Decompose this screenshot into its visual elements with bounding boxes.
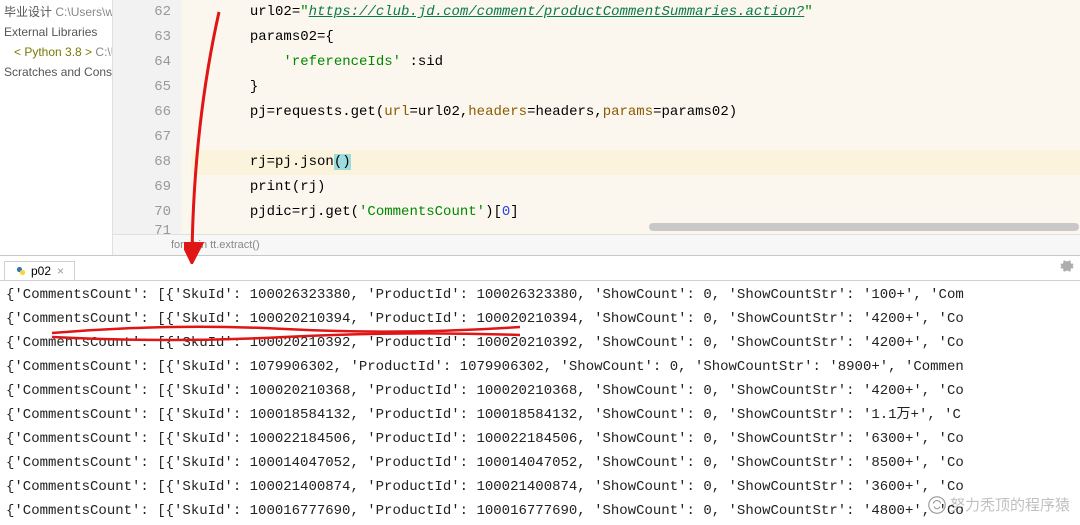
close-icon[interactable]: × xyxy=(57,264,64,278)
console-pane: p02 × {'CommentsCount': [{'SkuId': 10002… xyxy=(0,256,1080,525)
gear-icon[interactable] xyxy=(1060,259,1074,273)
editor-pane: 毕业设计 C:\Users\win.Li External Libraries … xyxy=(0,0,1080,256)
console-line: {'CommentsCount': [{'SkuId': 10002021039… xyxy=(6,331,1074,355)
code-line-70[interactable]: pjdic=rj.get('CommentsCount')[0] xyxy=(191,200,1080,225)
code-line-67[interactable] xyxy=(191,125,1080,150)
sidebar-item-project[interactable]: 毕业设计 C:\Users\win.Li xyxy=(0,2,112,22)
sidebar-item-scratches[interactable]: Scratches and Consoles xyxy=(0,62,112,82)
code-line-68[interactable]: rj=pj.json() xyxy=(191,150,1080,175)
console-line: {'CommentsCount': [{'SkuId': 10001677769… xyxy=(6,499,1074,523)
console-tab-p02[interactable]: p02 × xyxy=(4,261,75,280)
console-line: {'CommentsCount': [{'SkuId': 10002140087… xyxy=(6,475,1074,499)
code-line-64[interactable]: 'referenceIds' :sid xyxy=(191,50,1080,75)
console-line: {'CommentsCount': [{'SkuId': 10002021036… xyxy=(6,379,1074,403)
console-line: {'CommentsCount': [{'SkuId': 10001404705… xyxy=(6,451,1074,475)
console-line: {'CommentsCount': [{'SkuId': 10002632338… xyxy=(6,283,1074,307)
console-line: {'CommentsCount': [{'SkuId': 10002218450… xyxy=(6,427,1074,451)
code-line-66[interactable]: pj=requests.get(url=url02,headers=header… xyxy=(191,100,1080,125)
code-line-69[interactable]: print(rj) xyxy=(191,175,1080,200)
code-line-63[interactable]: params02={ xyxy=(191,25,1080,50)
console-tab-row: p02 × xyxy=(0,256,1080,281)
sidebar-item-external-libs[interactable]: External Libraries xyxy=(0,22,112,42)
console-line: {'CommentsCount': [{'SkuId': 10001858413… xyxy=(6,403,1074,427)
code-line-62[interactable]: url02="https://club.jd.com/comment/produ… xyxy=(191,0,1080,25)
console-output[interactable]: {'CommentsCount': [{'SkuId': 10002632338… xyxy=(0,281,1080,525)
console-line: {'CommentsCount': [{'SkuId': 1079906302,… xyxy=(6,355,1074,379)
code-editor[interactable]: url02="https://club.jd.com/comment/produ… xyxy=(181,0,1080,234)
horizontal-scrollbar[interactable] xyxy=(649,223,1079,231)
python-file-icon xyxy=(15,265,27,277)
console-line: {'CommentsCount': [{'SkuId': 10002021039… xyxy=(6,307,1074,331)
line-gutter: 62 63 64 65 66 67 68 69 70 71 xyxy=(113,0,181,234)
project-sidebar[interactable]: 毕业设计 C:\Users\win.Li External Libraries … xyxy=(0,0,113,255)
code-line-65[interactable]: } xyxy=(191,75,1080,100)
breadcrumb[interactable]: for xt in tt.extract() xyxy=(113,234,1080,255)
sidebar-item-python-sdk[interactable]: < Python 3.8 > C:\Use xyxy=(0,42,112,62)
